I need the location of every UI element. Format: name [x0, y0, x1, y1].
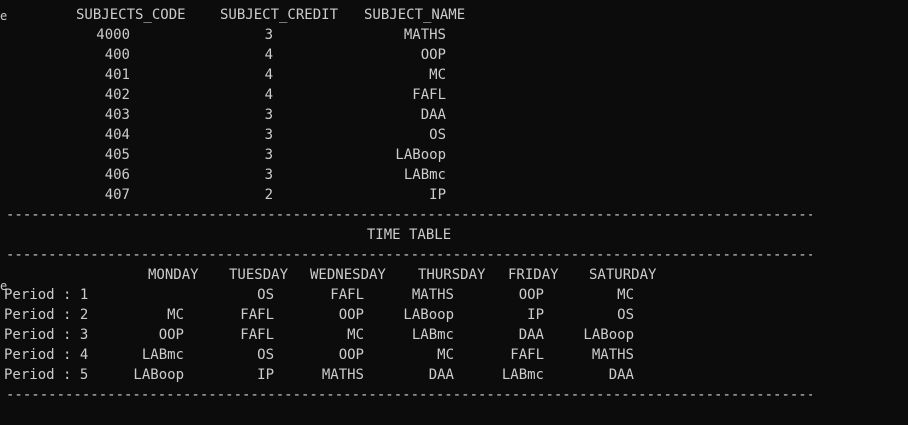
day-header-thursday: THURSDAY [418, 267, 486, 283]
subject-code-cell: 407 [104, 187, 130, 203]
subject-credit-cell: 4 [264, 47, 273, 63]
timetable-cell-thursday: LABoop [403, 307, 454, 323]
timetable-cell-tuesday: FAFL [240, 307, 274, 323]
subject-credit-cell: 3 [264, 127, 273, 143]
timetable-cell-saturday: MC [617, 287, 634, 303]
day-header-friday: FRIDAY [508, 267, 559, 283]
timetable-cell-friday: IP [527, 307, 544, 323]
subject-name-cell: LABoop [395, 147, 446, 163]
subjects-header-row: SUBJECTS_CODE SUBJECT_CREDIT SUBJECT_NAM… [0, 5, 908, 25]
subject-row: 4000 3 MATHS [0, 25, 908, 45]
subject-credit-cell: 2 [264, 187, 273, 203]
subject-row: 405 3 LABoop [0, 145, 908, 165]
subject-credit-cell: 4 [264, 67, 273, 83]
timetable-cell-wednesday: FAFL [330, 287, 364, 303]
timetable-cell-friday: LABmc [501, 367, 544, 383]
timetable-cell-monday: OOP [158, 327, 184, 343]
day-header-wednesday: WEDNESDAY [310, 267, 386, 283]
header-subjects-code: SUBJECTS_CODE [76, 7, 186, 23]
period-label: Period : 2 [4, 307, 89, 323]
terminal-output: e e SUBJECTS_CODE SUBJECT_CREDIT SUBJECT… [0, 0, 908, 406]
period-label: Period : 3 [4, 327, 89, 343]
period-label: Period : 5 [4, 367, 89, 383]
timetable-cell-saturday: MATHS [591, 347, 634, 363]
subject-row: 406 3 LABmc [0, 165, 908, 185]
subject-name-cell: IP [429, 187, 446, 203]
timetable-cell-wednesday: OOP [338, 347, 364, 363]
period-row: Period : 3 OOP FAFL MC LABmc DAA LABoop [0, 325, 908, 345]
subject-code-cell: 406 [104, 167, 130, 183]
subject-credit-cell: 3 [264, 167, 273, 183]
separator-line: ----------------------------------------… [6, 387, 812, 403]
day-header-monday: MONDAY [148, 267, 199, 283]
subject-row: 404 3 OS [0, 125, 908, 145]
period-row: Period : 5 LABoop IP MATHS DAA LABmc DAA [0, 365, 908, 385]
timetable-cell-saturday: LABoop [583, 327, 634, 343]
subject-credit-cell: 4 [264, 87, 273, 103]
subject-name-cell: OS [429, 127, 446, 143]
subject-code-cell: 404 [104, 127, 130, 143]
subject-row: 407 2 IP [0, 185, 908, 205]
subject-code-cell: 4000 [96, 27, 130, 43]
timetable-cell-saturday: DAA [608, 367, 634, 383]
timetable-title: TIME TABLE [366, 227, 452, 243]
period-row: Period : 4 LABmc OS OOP MC FAFL MATHS [0, 345, 908, 365]
subject-credit-cell: 3 [264, 27, 273, 43]
subject-row: 403 3 DAA [0, 105, 908, 125]
subject-credit-cell: 3 [264, 107, 273, 123]
timetable-cell-tuesday: OS [257, 287, 274, 303]
timetable-cell-monday: LABmc [141, 347, 184, 363]
period-label: Period : 4 [4, 347, 89, 363]
timetable-cell-monday: LABoop [133, 367, 184, 383]
period-label: Period : 1 [4, 287, 89, 303]
timetable-cell-friday: FAFL [510, 347, 544, 363]
timetable-cell-tuesday: IP [257, 367, 274, 383]
subject-code-cell: 405 [104, 147, 130, 163]
timetable-cell-friday: DAA [518, 327, 544, 343]
subject-code-cell: 402 [104, 87, 130, 103]
timetable-header-row: MONDAY TUESDAY WEDNESDAY THURSDAY FRIDAY… [0, 265, 908, 285]
subject-code-cell: 403 [104, 107, 130, 123]
timetable-cell-wednesday: MATHS [321, 367, 364, 383]
header-subject-name: SUBJECT_NAME [364, 7, 466, 23]
subject-code-cell: 400 [104, 47, 130, 63]
day-header-tuesday: TUESDAY [229, 267, 289, 283]
timetable-cell-tuesday: OS [257, 347, 274, 363]
header-subject-credit: SUBJECT_CREDIT [220, 7, 339, 23]
timetable-cell-thursday: MC [437, 347, 454, 363]
subject-row: 402 4 FAFL [0, 85, 908, 105]
separator-line: ----------------------------------------… [6, 247, 812, 263]
subject-name-cell: OOP [420, 47, 446, 63]
separator-line: ----------------------------------------… [6, 207, 812, 223]
subject-code-cell: 401 [104, 67, 130, 83]
subject-name-cell: MATHS [403, 27, 446, 43]
timetable-cell-wednesday: OOP [338, 307, 364, 323]
period-row: Period : 1 OS FAFL MATHS OOP MC [0, 285, 908, 305]
timetable-cell-thursday: DAA [428, 367, 454, 383]
subject-name-cell: MC [429, 67, 446, 83]
timetable-cell-thursday: MATHS [411, 287, 454, 303]
period-row: Period : 2 MC FAFL OOP LABoop IP OS [0, 305, 908, 325]
timetable-cell-friday: OOP [518, 287, 544, 303]
subject-name-cell: LABmc [403, 167, 446, 183]
subject-credit-cell: 3 [264, 147, 273, 163]
timetable-cell-saturday: OS [617, 307, 634, 323]
subject-name-cell: DAA [420, 107, 446, 123]
day-header-saturday: SATURDAY [589, 267, 657, 283]
timetable-cell-monday: MC [167, 307, 184, 323]
timetable-cell-tuesday: FAFL [240, 327, 274, 343]
subject-row: 401 4 MC [0, 65, 908, 85]
timetable-cell-thursday: LABmc [411, 327, 454, 343]
timetable-cell-wednesday: MC [347, 327, 364, 343]
subject-row: 400 4 OOP [0, 45, 908, 65]
subject-name-cell: FAFL [412, 87, 446, 103]
